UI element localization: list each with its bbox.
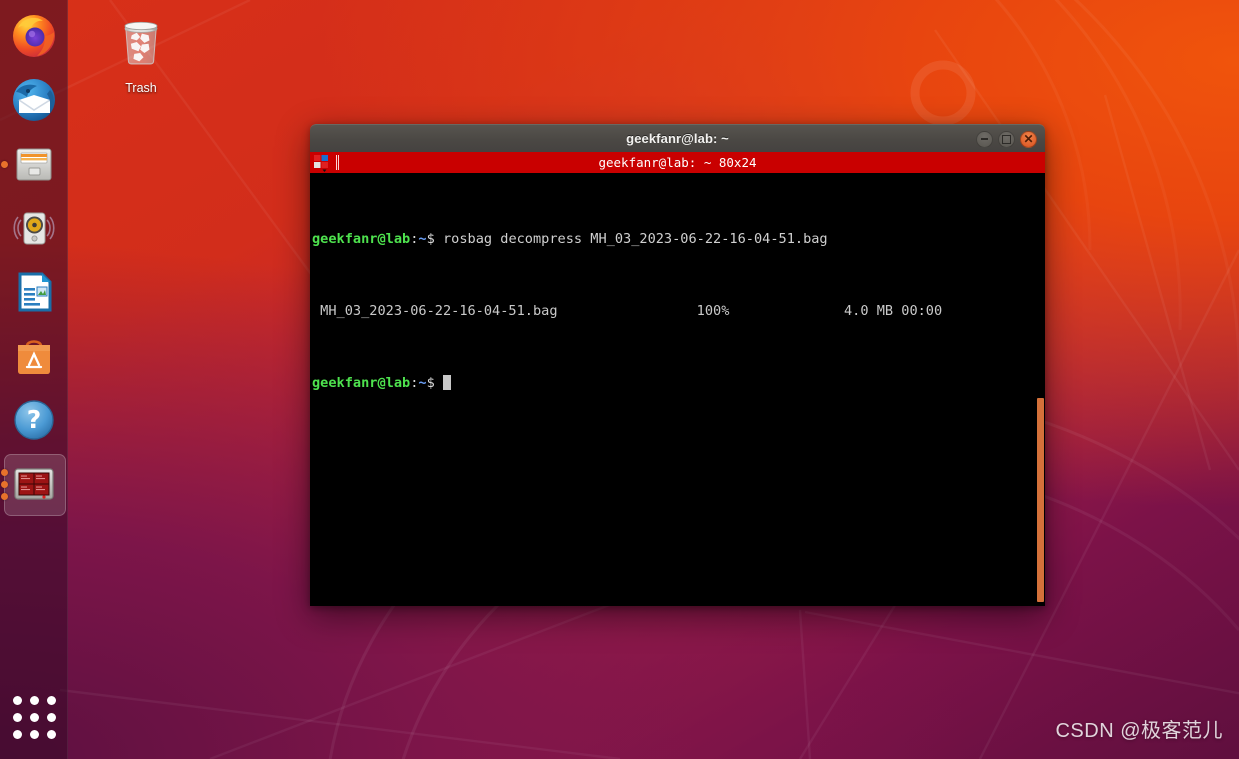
prompt-symbol: $ [426, 231, 435, 247]
prompt-symbol: $ [426, 375, 435, 391]
mail-icon [10, 76, 58, 124]
terminal-tabbar[interactable]: geekfanr@lab: ~ 80x24 [310, 152, 1045, 173]
file-manager-icon [10, 140, 58, 188]
launcher-item-help[interactable]: ? [0, 388, 68, 452]
watermark-text: CSDN @极客范儿 [1055, 720, 1223, 742]
desktop-icon-trash[interactable]: Trash [104, 12, 178, 95]
terminal-cursor [442, 375, 451, 390]
trash-label: Trash [125, 81, 157, 95]
launcher-item-thunderbird[interactable] [0, 68, 68, 132]
terminal-command [435, 375, 443, 391]
launcher-item-files[interactable] [0, 132, 68, 196]
terminal-scrollbar[interactable] [1035, 173, 1045, 606]
document-icon [10, 268, 58, 316]
software-bag-icon [10, 332, 58, 380]
launcher-item-firefox[interactable] [0, 4, 68, 68]
running-indicator [1, 452, 8, 516]
trash-icon [104, 12, 178, 77]
launcher-item-terminal[interactable] [0, 452, 68, 516]
svg-text:?: ? [27, 405, 42, 434]
terminal-window[interactable]: geekfanr@lab: ~ ✕ geekfanr@lab: ~ 80x24 [310, 124, 1045, 606]
prompt-path: ~ [418, 231, 427, 247]
music-player-icon [10, 204, 58, 252]
launcher-bar[interactable]: ? [0, 0, 68, 759]
window-title: geekfanr@lab: ~ [626, 131, 729, 146]
prompt-user: geekfanr@lab [312, 231, 411, 247]
terminal-line: geekfanr@lab:~$ rosbag decompress MH_03_… [312, 230, 1045, 248]
help-icon: ? [10, 396, 58, 444]
close-button[interactable]: ✕ [1020, 130, 1037, 148]
firefox-icon [10, 12, 58, 60]
terminal-command: rosbag decompress MH_03_2023-06-22-16-04… [434, 231, 828, 247]
scrollbar-thumb[interactable] [1037, 398, 1044, 602]
launcher-item-ubuntu-software[interactable] [0, 324, 68, 388]
show-applications-button[interactable] [0, 687, 68, 747]
terminal-tab-title[interactable]: geekfanr@lab: ~ 80x24 [310, 155, 1045, 170]
terminal-output: MH_03_2023-06-22-16-04-51.bag 100% 4.0 M… [312, 303, 943, 319]
launcher-item-libreoffice[interactable] [0, 260, 68, 324]
terminal-icon [10, 460, 58, 508]
terminal-line: geekfanr@lab:~$ [312, 374, 1045, 392]
prompt-user: geekfanr@lab [312, 375, 411, 391]
running-indicator [1, 132, 8, 196]
prompt-path: ~ [418, 375, 427, 391]
minimize-button[interactable] [976, 130, 993, 148]
maximize-button[interactable] [998, 130, 1015, 148]
window-controls[interactable]: ✕ [976, 125, 1037, 153]
window-titlebar[interactable]: geekfanr@lab: ~ ✕ [310, 124, 1045, 152]
terminal-line: MH_03_2023-06-22-16-04-51.bag 100% 4.0 M… [312, 302, 1045, 320]
app-grid-icon [12, 695, 56, 739]
launcher-item-rhythmbox[interactable] [0, 196, 68, 260]
desktop[interactable]: ? Trash geekfanr@lab: ~ ✕ geekfanr@lab: … [0, 0, 1239, 759]
terminal-output-area[interactable]: geekfanr@lab:~$ rosbag decompress MH_03_… [310, 173, 1045, 606]
